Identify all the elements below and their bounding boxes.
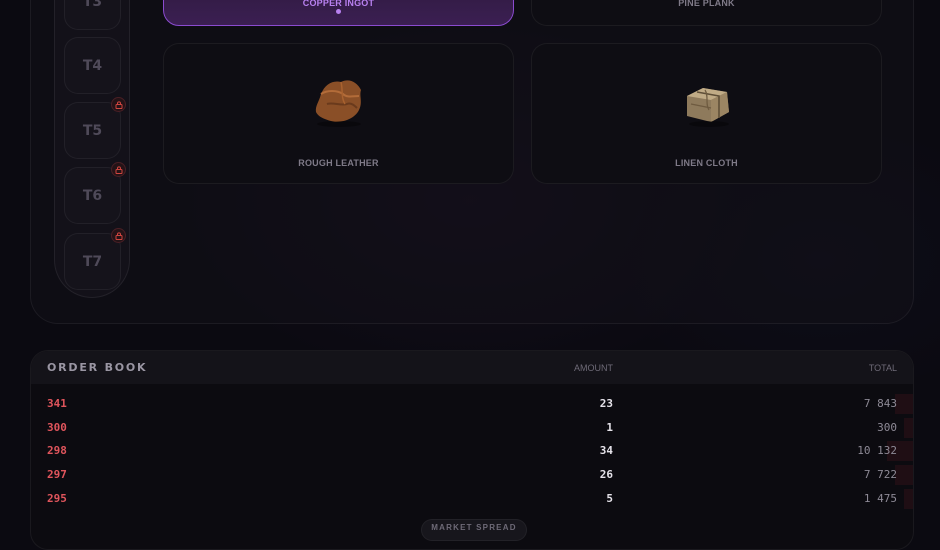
order-book-header: ORDER BOOK AMOUNT TOTAL: [31, 351, 913, 384]
order-row[interactable]: 341 23 7 843: [31, 394, 913, 414]
order-price: 295: [47, 492, 67, 505]
order-total: 7 722: [863, 468, 897, 481]
order-book-title: ORDER BOOK: [47, 361, 148, 374]
depth-bar: [895, 465, 913, 485]
order-total: 300: [877, 421, 897, 434]
tier-label: T5: [82, 122, 103, 139]
market-spread-pill: MARKET SPREAD: [421, 519, 527, 541]
depth-bar: [904, 489, 913, 509]
order-row[interactable]: 298 34 10 132: [31, 441, 913, 461]
order-book-panel: ORDER BOOK AMOUNT TOTAL 341 23 7 843 300…: [30, 350, 914, 550]
order-price: 298: [47, 444, 67, 457]
order-amount: 5: [606, 492, 613, 505]
order-total: 1 475: [863, 492, 897, 505]
tier-button-t5[interactable]: T5: [64, 97, 126, 159]
order-total: 10 132: [857, 444, 897, 457]
column-header-amount: AMOUNT: [574, 363, 613, 373]
order-total: 7 843: [863, 397, 897, 410]
tier-button-t3[interactable]: T3: [64, 0, 121, 30]
column-header-total: TOTAL: [868, 363, 897, 373]
order-row[interactable]: 297 26 7 722: [31, 465, 913, 485]
lock-icon: [111, 162, 126, 177]
lock-icon: [111, 97, 126, 112]
tier-label: T6: [82, 187, 103, 204]
tier-label: T7: [82, 253, 103, 270]
resource-card-linen-cloth[interactable]: LINEN CLOTH: [531, 43, 882, 184]
linen-cloth-icon: [686, 88, 729, 127]
tier-button-t6[interactable]: T6: [64, 162, 126, 224]
resource-label: PINE PLANK: [678, 0, 735, 8]
tier-label: T3: [82, 0, 103, 10]
order-price: 341: [47, 397, 67, 410]
lock-icon: [111, 228, 126, 243]
order-row[interactable]: 300 1 300: [31, 418, 913, 438]
tier-label: T4: [82, 57, 103, 74]
order-amount: 34: [599, 444, 613, 457]
order-amount: 23: [599, 397, 613, 410]
resource-label: COPPER INGOT: [302, 0, 375, 8]
depth-bar: [895, 394, 913, 414]
resource-label: LINEN CLOTH: [675, 158, 738, 168]
order-price: 300: [47, 421, 67, 434]
depth-bar: [904, 418, 913, 438]
selected-indicator: [336, 9, 341, 14]
resource-card-rough-leather[interactable]: ROUGH LEATHER: [163, 43, 514, 184]
resource-label: ROUGH LEATHER: [298, 158, 379, 168]
tier-button-t7[interactable]: T7: [64, 228, 126, 290]
order-amount: 1: [606, 421, 613, 434]
resource-card-pine-plank[interactable]: PINE PLANK: [531, 0, 882, 26]
order-row[interactable]: 295 5 1 475: [31, 489, 913, 509]
order-amount: 26: [599, 468, 613, 481]
rough-leather-icon: [315, 80, 361, 127]
order-price: 297: [47, 468, 67, 481]
resource-card-copper-ingot[interactable]: COPPER INGOT: [163, 0, 514, 26]
tier-button-t4[interactable]: T4: [64, 37, 121, 94]
